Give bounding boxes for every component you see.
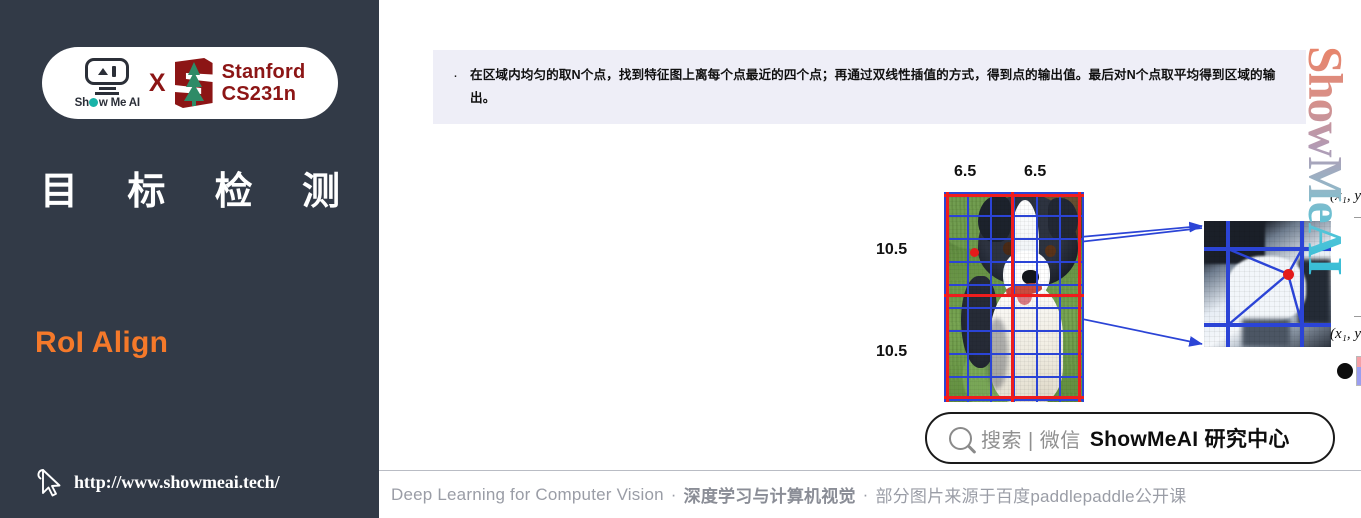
roi-align-feature-map: 6.5 6.5 10.5 10.5 [876,163,1106,413]
showmeai-wordmark: Sh w Me AI [74,96,140,109]
cursor-pointer-icon [37,469,61,497]
title-char-3: 测 [301,171,340,213]
brand-badge: Sh w Me AI X Stanford CS231n [42,47,338,119]
formula-cell-full [1356,356,1361,386]
topic-subtitle: RoI Align [35,326,169,359]
footer-part-2: 深度学习与计算机视觉 [683,487,856,506]
wechat-search-bar[interactable]: 搜索 | 微信 ShowMeAI 研究中心 [925,412,1335,464]
bullet-text: 在区域内均匀的取N个点，找到特征图上离每个点最近的四个点；再通过双线性插值的方式… [470,68,1276,106]
formula-query-dot [1337,363,1353,379]
university-label: Stanford [221,60,306,83]
search-icon [949,426,972,450]
col-label-1: 6.5 [1024,163,1047,180]
bullet-marker: · [453,67,458,84]
course-code-label: CS231n [221,83,297,105]
feature-map-zoom-detail [1204,221,1331,347]
bilinear-interpolation-diagram: 双线性插值 (x₁, y₂) (x₂, y₂) (x₁, y₁) (x₂, y₁… [1324,150,1361,365]
neighbor-connector-lines [1227,247,1304,326]
page-title: 目 标 检 测 [40,160,340,215]
title-char-1: 标 [127,171,166,213]
title-char-0: 目 [40,171,79,213]
corner-label-bottom-left: (x₁, y₁) [1330,326,1361,342]
search-input-value[interactable]: ShowMeAI 研究中心 [1090,423,1290,453]
slide-content: · 在区域内均匀的取N个点，找到特征图上离每个点最近的四个点；再通过双线性插值的… [379,0,1361,518]
sample-point-marker [970,248,979,257]
collab-cross-label: X [148,68,166,97]
footer-separator-1: · [670,484,677,504]
slide-footer: Deep Learning for Computer Vision · 深度学习… [379,470,1361,518]
teal-dot-icon [89,98,99,107]
bilinear-weight-formula: + + + [1337,356,1361,420]
dog-image [944,192,1084,402]
course-brand-text: Stanford CS231n [222,61,306,106]
slide-sidebar: Shw Me AI X Stanford CS231n 目 标 检 测 RoI [0,0,379,518]
smai-robot-icon [85,57,130,85]
chevron-up-icon [98,67,109,75]
showmeai-logo: Sh w Me AI [74,57,140,109]
zoom-sample-point-marker [1283,269,1294,280]
slide-root: Shw Me AI X Stanford CS231n 目 标 检 测 RoI [0,0,1361,518]
corner-label-top-left: (x₁, y₂) [1330,188,1361,204]
search-placeholder: 搜索 | 微信 [981,429,1081,452]
dog-photo-pixels [944,192,1084,402]
footer-part-3: 部分图片来源于百度paddlepaddle公开课 [875,487,1187,506]
site-link[interactable]: http://www.showmeai.tech/ [34,466,280,498]
bullet-callout: · 在区域内均匀的取N个点，找到特征图上离每个点最近的四个点；再通过双线性插值的… [433,50,1306,124]
title-char-2: 检 [214,171,253,213]
site-url-label: http://www.showmeai.tech/ [74,471,280,492]
robot-bar-icon [112,65,116,77]
robot-base [95,91,120,95]
bilinear-title: 双线性插值 [1324,150,1361,176]
footer-separator-2: · [862,484,869,504]
row-label-1: 10.5 [876,343,908,360]
stanford-tree-icon [174,58,213,108]
col-label-0: 6.5 [954,163,977,180]
robot-neck [98,86,116,90]
row-label-0: 10.5 [876,241,908,258]
footer-part-1: Deep Learning for Computer Vision [391,484,664,504]
